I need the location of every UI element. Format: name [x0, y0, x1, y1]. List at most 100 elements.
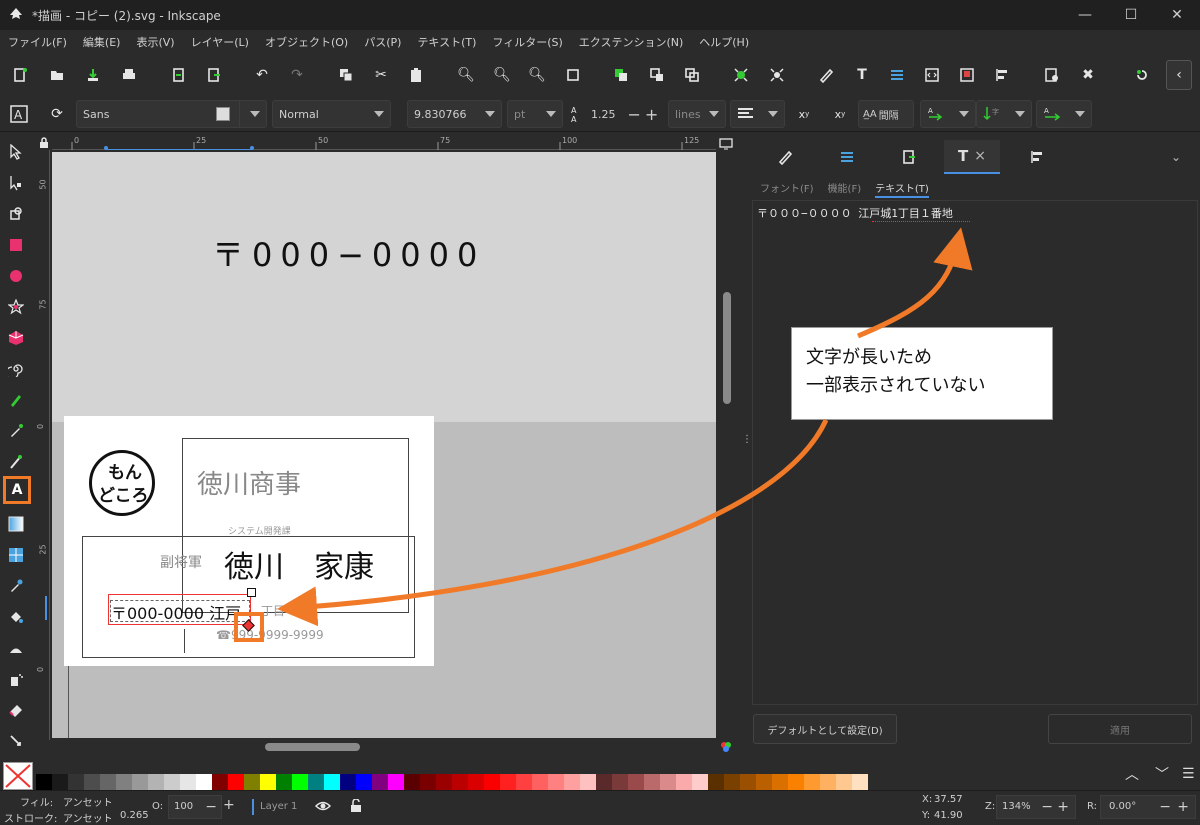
- layers-icon[interactable]: [888, 66, 906, 84]
- connector-tool-icon[interactable]: [6, 731, 26, 751]
- clone-icon[interactable]: [683, 66, 701, 84]
- color-swatch[interactable]: [692, 774, 708, 790]
- opacity-spin[interactable]: 100 −: [168, 795, 222, 819]
- color-swatch[interactable]: [68, 774, 84, 790]
- panel-resize-grip[interactable]: ⋮: [742, 435, 752, 453]
- color-swatch[interactable]: [852, 774, 868, 790]
- color-swatch[interactable]: [356, 774, 372, 790]
- color-swatch[interactable]: [820, 774, 836, 790]
- display-mode-icon[interactable]: [719, 138, 733, 153]
- color-swatch[interactable]: [404, 774, 420, 790]
- color-swatch[interactable]: [372, 774, 388, 790]
- menu-filter[interactable]: フィルター(S): [484, 34, 570, 50]
- color-swatch[interactable]: [772, 774, 788, 790]
- color-swatch[interactable]: [708, 774, 724, 790]
- open-icon[interactable]: [48, 66, 66, 84]
- color-swatch[interactable]: [452, 774, 468, 790]
- color-swatch[interactable]: [676, 774, 692, 790]
- menu-edit[interactable]: 編集(E): [75, 34, 129, 50]
- tools-icon[interactable]: ✖: [1079, 66, 1097, 84]
- menu-help[interactable]: ヘルプ(H): [691, 34, 757, 50]
- features-subtab[interactable]: 機能(F): [828, 180, 862, 198]
- horizontal-ruler[interactable]: 0 25 50 75 100 125: [52, 136, 716, 150]
- color-swatch[interactable]: [436, 774, 452, 790]
- cut-icon[interactable]: ✂: [372, 66, 390, 84]
- color-swatch[interactable]: [132, 774, 148, 790]
- menu-extension[interactable]: エクステンション(N): [571, 34, 691, 50]
- text-tool-active-icon[interactable]: A: [3, 476, 31, 504]
- star-tool-icon[interactable]: [6, 297, 26, 317]
- color-swatch[interactable]: [244, 774, 260, 790]
- text-tab-close-icon[interactable]: ×: [974, 148, 986, 164]
- eraser-tool-icon[interactable]: [6, 700, 26, 720]
- spray-tool-icon[interactable]: [6, 669, 26, 689]
- pen-tool-icon[interactable]: [6, 390, 26, 410]
- color-swatch[interactable]: [148, 774, 164, 790]
- panel-menu-chevron-icon[interactable]: ⌄: [1152, 140, 1200, 174]
- superscript-icon[interactable]: xy: [795, 105, 813, 123]
- menu-file[interactable]: ファイル(F): [0, 34, 75, 50]
- gradient-tool-icon[interactable]: [6, 514, 26, 534]
- postal-code-large-text[interactable]: 〒000−0000: [212, 230, 485, 276]
- phone-text[interactable]: ☎999-9999-9999: [216, 628, 324, 642]
- color-swatch[interactable]: [612, 774, 628, 790]
- font-size-combo[interactable]: 9.830766: [407, 100, 502, 128]
- zoom-page-icon[interactable]: 🔍︎: [528, 66, 546, 84]
- color-swatch[interactable]: [516, 774, 532, 790]
- color-swatch[interactable]: [340, 774, 356, 790]
- maximize-button[interactable]: ☐: [1108, 0, 1154, 30]
- layers-tab[interactable]: [816, 140, 878, 174]
- rotate-spin[interactable]: 0.00° − +: [1100, 795, 1196, 819]
- snap-menu-chevron-icon[interactable]: ‹: [1166, 60, 1192, 90]
- color-swatch[interactable]: [84, 774, 100, 790]
- mesh-tool-icon[interactable]: [6, 545, 26, 565]
- tweak-tool-icon[interactable]: [6, 204, 26, 224]
- color-swatch[interactable]: [532, 774, 548, 790]
- menu-view[interactable]: 表示(V): [128, 34, 182, 50]
- spacing-unit-combo[interactable]: lines: [668, 100, 726, 128]
- align-tab[interactable]: [1006, 140, 1068, 174]
- color-swatch[interactable]: [740, 774, 756, 790]
- apply-button[interactable]: 適用: [1048, 714, 1192, 744]
- drawing-canvas[interactable]: 〒000−0000 もん どころ 徳川商事 システム開発課 副将軍 徳川 家康 …: [52, 152, 716, 738]
- person-name[interactable]: 徳川 家康: [224, 542, 374, 586]
- group-icon[interactable]: [612, 66, 630, 84]
- font-family-combo[interactable]: Sans: [76, 100, 267, 128]
- text-content-value[interactable]: 〒０００−００００ 江戸城1丁目１番地: [757, 205, 953, 221]
- color-swatch[interactable]: [484, 774, 500, 790]
- color-swatch[interactable]: [420, 774, 436, 790]
- bbox-snap-icon[interactable]: [768, 66, 786, 84]
- duplicate-icon[interactable]: [337, 66, 355, 84]
- new-document-icon[interactable]: [11, 66, 29, 84]
- color-swatch[interactable]: [228, 774, 244, 790]
- current-layer[interactable]: Layer 1: [260, 801, 297, 812]
- ellipse-tool-icon[interactable]: [6, 266, 26, 286]
- opacity-increase[interactable]: +: [223, 797, 235, 813]
- color-swatch[interactable]: [788, 774, 804, 790]
- horizontal-scrollbar[interactable]: [265, 743, 360, 751]
- color-swatch[interactable]: [756, 774, 772, 790]
- color-swatch[interactable]: [660, 774, 676, 790]
- color-swatch[interactable]: [388, 774, 404, 790]
- company-name[interactable]: 徳川商事: [197, 464, 301, 501]
- document-properties-icon[interactable]: [958, 66, 976, 84]
- print-icon[interactable]: [120, 66, 138, 84]
- text-orientation-combo[interactable]: 字: [976, 100, 1032, 128]
- palette-menu-icon[interactable]: ☰: [1182, 766, 1195, 782]
- color-swatch[interactable]: [292, 774, 308, 790]
- department-text[interactable]: システム開発課: [228, 524, 291, 537]
- color-swatch[interactable]: [180, 774, 196, 790]
- zoom-fit-icon[interactable]: [564, 66, 582, 84]
- color-swatch[interactable]: [276, 774, 292, 790]
- fill-stroke-tab[interactable]: [754, 140, 816, 174]
- redo-icon[interactable]: ↷: [288, 66, 306, 84]
- color-swatch[interactable]: [116, 774, 132, 790]
- color-swatch[interactable]: [196, 774, 212, 790]
- color-swatch[interactable]: [260, 774, 276, 790]
- node-tool-icon[interactable]: [6, 173, 26, 193]
- layer-visibility-icon[interactable]: [314, 799, 332, 816]
- paste-icon[interactable]: [407, 66, 425, 84]
- selector-tool-icon[interactable]: [6, 142, 26, 162]
- 3d-box-tool-icon[interactable]: [6, 328, 26, 348]
- close-button[interactable]: ✕: [1154, 0, 1200, 30]
